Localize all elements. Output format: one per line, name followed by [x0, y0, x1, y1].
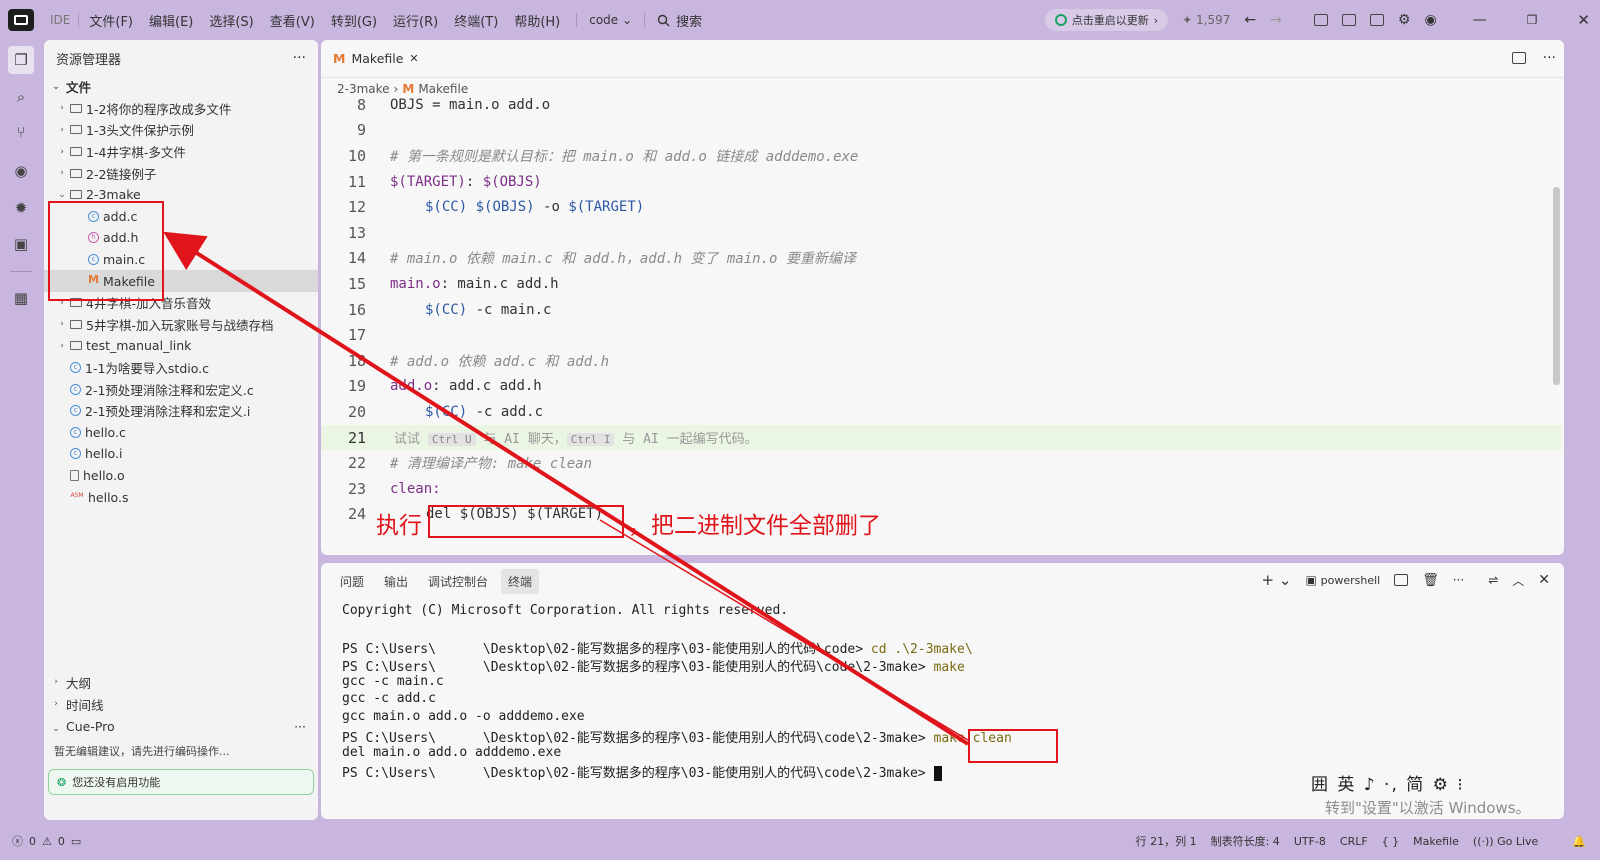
- arrow-line: [599, 519, 969, 741]
- annotation-arrows: [163, 231, 970, 746]
